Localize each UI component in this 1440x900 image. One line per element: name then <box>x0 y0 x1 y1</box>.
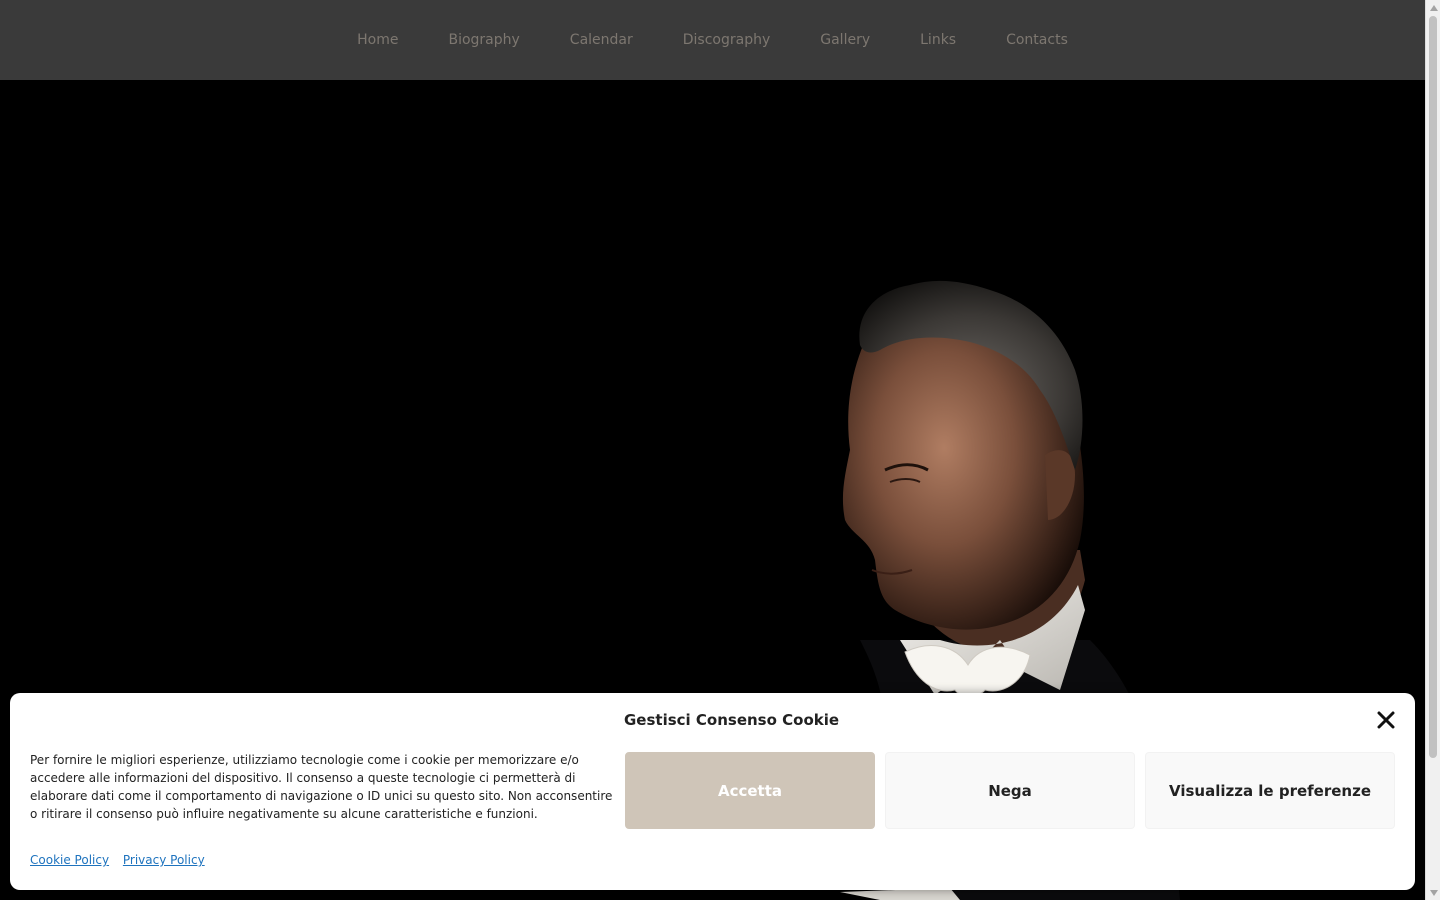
top-navigation: Home Biography Calendar Discography Gall… <box>0 0 1425 80</box>
cookie-policy-link[interactable]: Cookie Policy <box>30 853 109 867</box>
nav-item-discography[interactable]: Discography <box>658 0 796 80</box>
deny-button[interactable]: Nega <box>885 752 1135 829</box>
nav-menu: Home Biography Calendar Discography Gall… <box>332 0 1093 80</box>
nav-item-home[interactable]: Home <box>332 0 423 80</box>
nav-item-links[interactable]: Links <box>895 0 981 80</box>
page: Home Biography Calendar Discography Gall… <box>0 0 1440 900</box>
vertical-scrollbar[interactable] <box>1425 0 1440 900</box>
scroll-up-arrow-icon[interactable] <box>1426 0 1440 15</box>
scrollbar-thumb[interactable] <box>1429 16 1437 758</box>
nav-item-biography[interactable]: Biography <box>423 0 544 80</box>
privacy-policy-link[interactable]: Privacy Policy <box>123 853 205 867</box>
scroll-down-arrow-icon[interactable] <box>1426 885 1440 900</box>
cookie-banner-title: Gestisci Consenso Cookie <box>624 711 840 729</box>
nav-item-contacts[interactable]: Contacts <box>981 0 1093 80</box>
cookie-policy-links: Cookie Policy Privacy Policy <box>30 853 215 867</box>
nav-item-calendar[interactable]: Calendar <box>545 0 658 80</box>
close-icon[interactable] <box>1377 711 1395 729</box>
accept-button[interactable]: Accetta <box>625 752 875 829</box>
cookie-consent-banner: Gestisci Consenso Cookie Per fornire le … <box>10 693 1415 890</box>
cookie-banner-message: Per fornire le migliori esperienze, util… <box>30 753 613 821</box>
nav-item-gallery[interactable]: Gallery <box>795 0 895 80</box>
view-preferences-button[interactable]: Visualizza le preferenze <box>1145 752 1395 829</box>
